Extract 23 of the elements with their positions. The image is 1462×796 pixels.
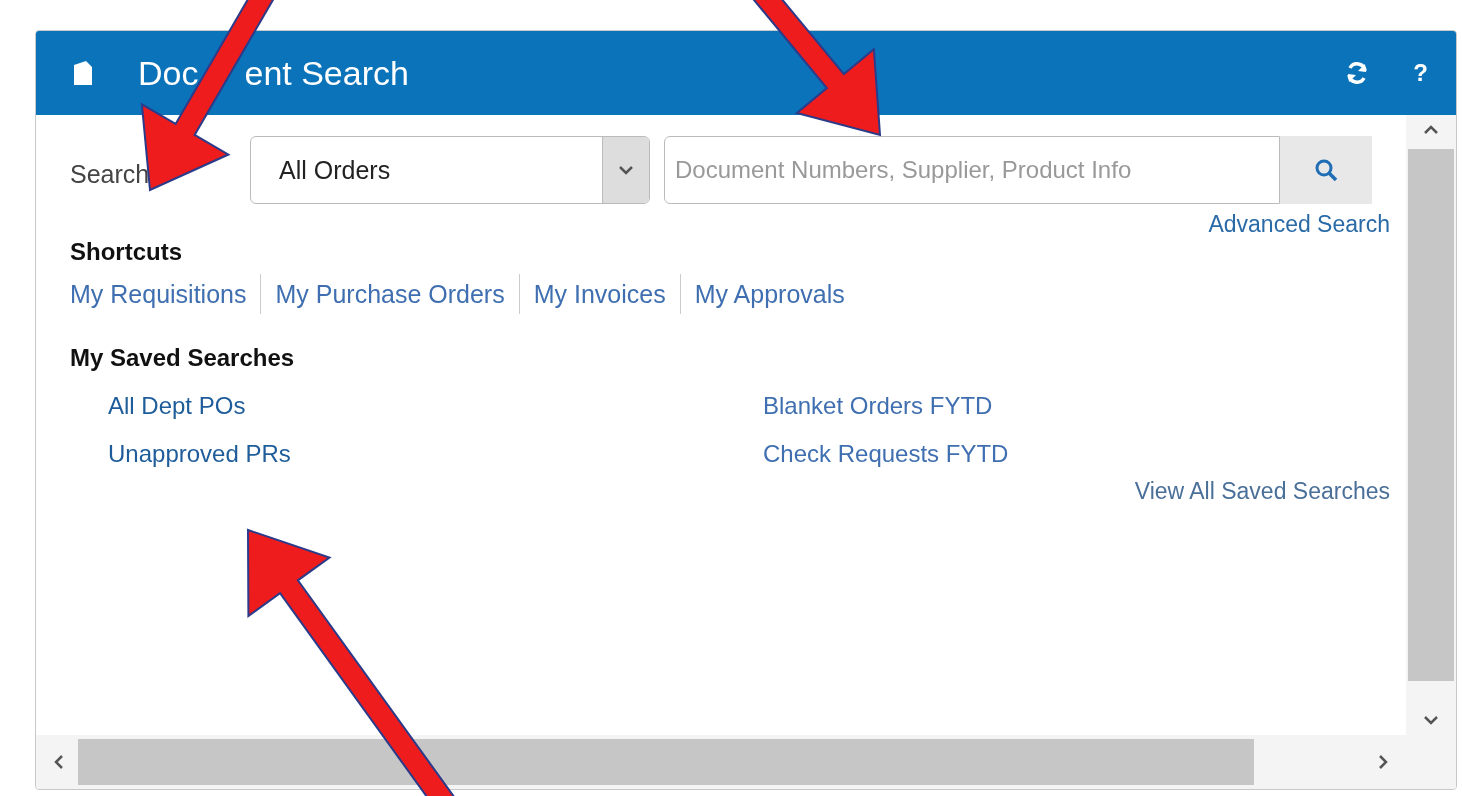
shortcut-link[interactable]: My Requisitions — [70, 274, 261, 314]
shortcut-link[interactable]: My Approvals — [679, 274, 859, 314]
shortcut-link[interactable]: My Invoices — [518, 274, 680, 314]
saved-search-link[interactable]: Unapproved PRs — [108, 440, 291, 468]
horizontal-scrollbar[interactable] — [36, 735, 1456, 789]
search-label: Search — [70, 158, 151, 189]
help-icon[interactable]: ? — [1413, 59, 1428, 87]
vertical-scrollbar[interactable] — [1406, 115, 1456, 735]
search-button[interactable] — [1280, 136, 1372, 204]
shortcuts-heading: Shortcuts — [70, 238, 183, 266]
saved-searches-heading: My Saved Searches — [70, 344, 296, 372]
search-icon — [1314, 158, 1338, 182]
shortcut-link[interactable]: My Purchase Orders — [260, 274, 519, 314]
saved-search-link[interactable]: Check Requests FYTD — [763, 440, 1009, 468]
advanced-search-link[interactable]: Advanced Search — [1208, 211, 1390, 238]
search-field[interactable]: Document Numbers, Supplier, Product Info — [664, 136, 1280, 204]
saved-search-link[interactable]: Blanket Orders FYTD — [763, 392, 993, 420]
refresh-icon[interactable] — [1345, 61, 1370, 85]
saved-search-link[interactable]: All Dept POs — [108, 392, 246, 420]
view-all-saved-searches-link[interactable]: View All Saved Searches — [1134, 478, 1390, 505]
order-type-dropdown[interactable]: All Orders — [250, 136, 650, 204]
panel-title: Doc — [138, 53, 199, 93]
panel-title: ent Search — [244, 53, 409, 93]
